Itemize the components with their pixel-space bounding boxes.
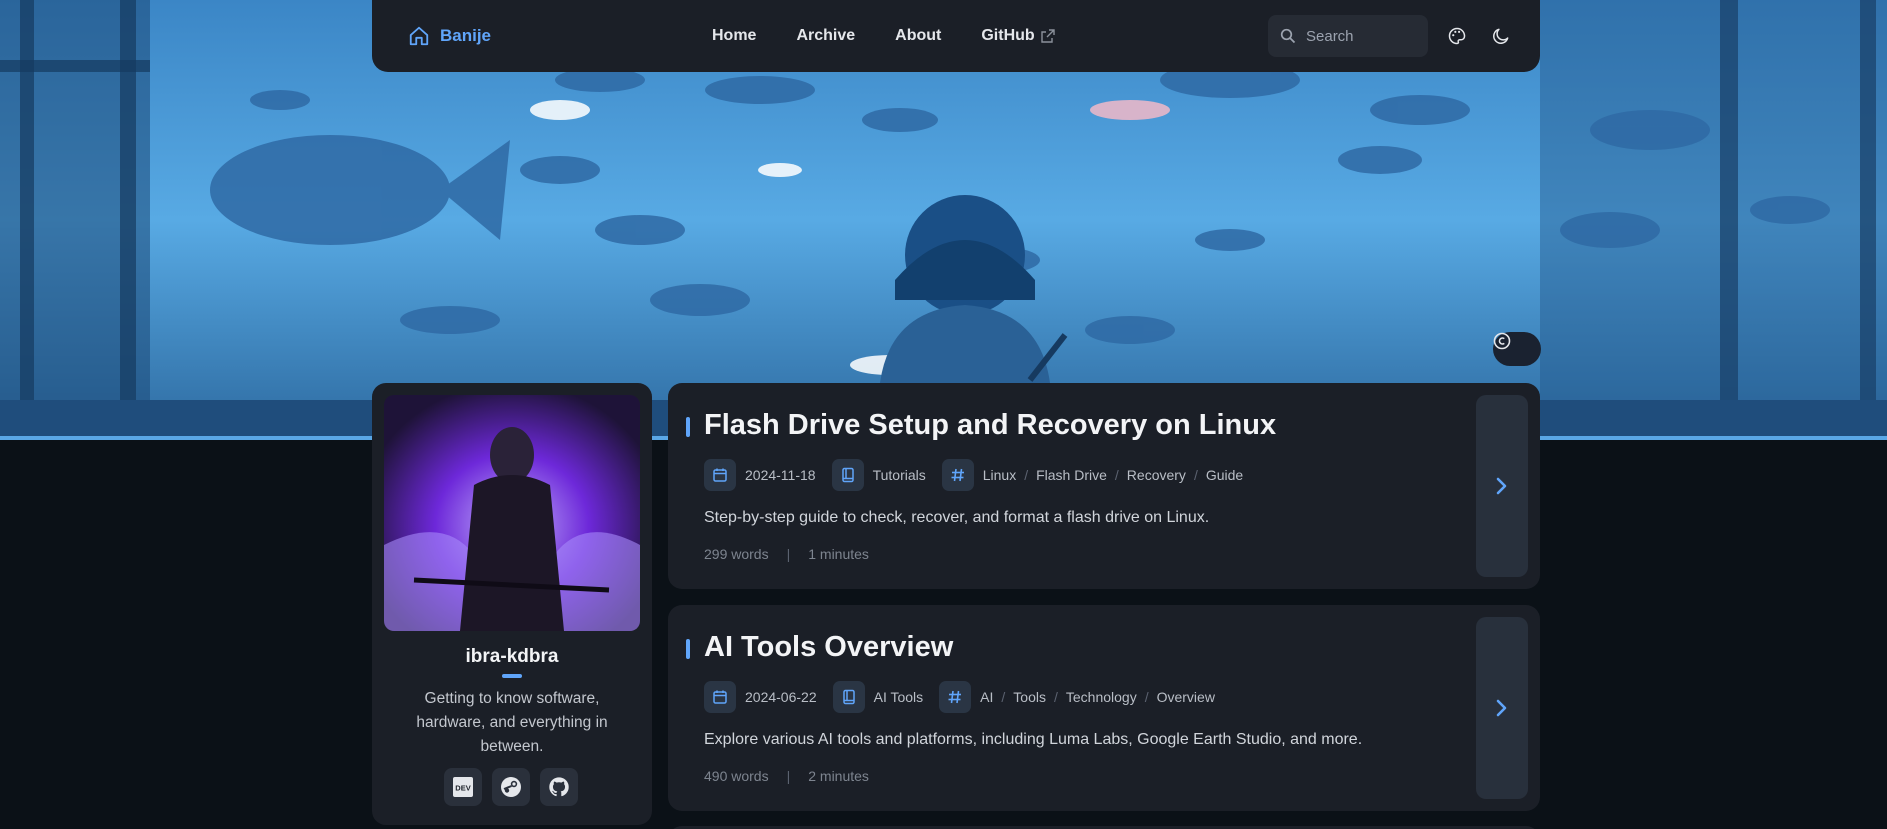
tag-link[interactable]: Recovery bbox=[1127, 467, 1186, 483]
post-date: 2024-11-18 bbox=[704, 459, 816, 491]
word-count: 299 words bbox=[704, 546, 769, 562]
github-link[interactable] bbox=[540, 768, 578, 806]
nav-github[interactable]: GitHub bbox=[981, 27, 1055, 45]
nav-links: Home Archive About GitHub bbox=[712, 22, 1095, 50]
post-stats: 490 words | 2 minutes bbox=[704, 768, 869, 784]
post-category-text: AI Tools bbox=[873, 689, 924, 705]
chevron-right-icon bbox=[1496, 699, 1507, 717]
post-description: Step-by-step guide to check, recover, an… bbox=[704, 509, 1210, 526]
search-box[interactable]: Search bbox=[1268, 15, 1428, 57]
dark-mode-toggle[interactable] bbox=[1489, 24, 1513, 48]
search-placeholder: Search bbox=[1306, 27, 1354, 45]
chevron-right-icon bbox=[1496, 477, 1507, 495]
nav-archive[interactable]: Archive bbox=[796, 27, 855, 45]
nav-about-label: About bbox=[895, 27, 942, 44]
word-count: 490 words bbox=[704, 768, 769, 784]
post-category[interactable]: AI Tools bbox=[832, 681, 924, 713]
external-link-icon bbox=[1040, 29, 1055, 43]
tag-separator: / bbox=[1001, 689, 1006, 705]
top-navbar: Banije Home Archive About GitHub Search bbox=[372, 0, 1540, 72]
nav-home[interactable]: Home bbox=[712, 27, 756, 45]
github-icon bbox=[549, 777, 569, 797]
book-icon bbox=[832, 681, 865, 713]
post-category-text: Tutorials bbox=[872, 467, 926, 483]
post-stats: 299 words | 1 minutes bbox=[704, 546, 869, 562]
post-title[interactable]: Flash Drive Setup and Recovery on Linux bbox=[704, 409, 1276, 442]
search-icon bbox=[1280, 28, 1296, 44]
book-icon bbox=[831, 459, 864, 491]
post-tags: Linux / Flash Drive / Recovery / Guide bbox=[941, 459, 1243, 491]
calendar-icon bbox=[704, 681, 736, 713]
hashtag-icon bbox=[941, 459, 974, 491]
post-date-text: 2024-06-22 bbox=[745, 689, 817, 705]
social-links: DEV bbox=[444, 768, 578, 806]
steam-link[interactable] bbox=[492, 768, 530, 806]
title-accent bbox=[686, 417, 690, 437]
post-category[interactable]: Tutorials bbox=[831, 459, 926, 491]
post-title[interactable]: AI Tools Overview bbox=[704, 631, 953, 664]
copyright-icon bbox=[1493, 332, 1511, 350]
nav-archive-label: Archive bbox=[796, 27, 856, 44]
tag-link[interactable]: Overview bbox=[1157, 689, 1215, 705]
post-date-text: 2024-11-18 bbox=[745, 467, 816, 483]
post-card[interactable]: Flash Drive Setup and Recovery on Linux … bbox=[668, 383, 1540, 589]
theme-color-button[interactable] bbox=[1445, 24, 1469, 48]
stats-divider: | bbox=[786, 768, 791, 784]
svg-text:DEV: DEV bbox=[455, 784, 470, 793]
tag-link[interactable]: Linux bbox=[983, 467, 1016, 483]
tag-separator: / bbox=[1024, 467, 1029, 483]
read-time: 2 minutes bbox=[808, 768, 869, 784]
tag-separator: / bbox=[1114, 467, 1119, 483]
title-accent bbox=[686, 639, 690, 659]
stats-divider: | bbox=[786, 546, 791, 562]
tag-separator: / bbox=[1193, 467, 1198, 483]
post-description: Explore various AI tools and platforms, … bbox=[704, 731, 1363, 748]
brand-name: Banije bbox=[440, 26, 492, 45]
nav-home-label: Home bbox=[712, 27, 757, 44]
palette-icon bbox=[1448, 27, 1466, 45]
dev-link[interactable]: DEV bbox=[444, 768, 482, 806]
brand-link[interactable]: Banije bbox=[408, 22, 491, 50]
nav-about[interactable]: About bbox=[895, 27, 941, 45]
tag-link[interactable]: Flash Drive bbox=[1036, 467, 1107, 483]
profile-card: ibra-kdbra Getting to know software, har… bbox=[372, 383, 652, 825]
steam-icon bbox=[501, 777, 521, 797]
profile-name: ibra-kdbra bbox=[465, 646, 559, 667]
avatar bbox=[384, 395, 640, 631]
home-icon bbox=[409, 26, 429, 46]
profile-bio: Getting to know software, hardware, and … bbox=[416, 690, 608, 755]
image-credit-button[interactable] bbox=[1493, 332, 1541, 366]
tag-separator: / bbox=[1144, 689, 1149, 705]
post-meta: 2024-11-18 Tutorials Linux / Flash Drive /… bbox=[704, 459, 1259, 491]
post-tags: AI / Tools / Technology / Overview bbox=[939, 681, 1215, 713]
post-card[interactable]: AI Tools Overview 2024-06-22 AI Tools AI… bbox=[668, 605, 1540, 811]
tag-link[interactable]: Guide bbox=[1206, 467, 1243, 483]
read-time: 1 minutes bbox=[808, 546, 869, 562]
nav-github-label: GitHub bbox=[981, 27, 1035, 44]
moon-icon bbox=[1493, 28, 1509, 44]
post-meta: 2024-06-22 AI Tools AI / Tools / Technolog… bbox=[704, 681, 1231, 713]
open-post-button[interactable] bbox=[1476, 395, 1528, 577]
hashtag-icon bbox=[939, 681, 972, 713]
name-underline bbox=[502, 674, 522, 678]
tag-separator: / bbox=[1053, 689, 1058, 705]
tag-link[interactable]: Technology bbox=[1066, 689, 1137, 705]
calendar-icon bbox=[704, 459, 736, 491]
tag-link[interactable]: AI bbox=[980, 689, 993, 705]
open-post-button[interactable] bbox=[1476, 617, 1528, 799]
tag-link[interactable]: Tools bbox=[1013, 689, 1046, 705]
dev-icon: DEV bbox=[453, 777, 473, 797]
avatar-illustration bbox=[384, 395, 640, 631]
post-date: 2024-06-22 bbox=[704, 681, 817, 713]
